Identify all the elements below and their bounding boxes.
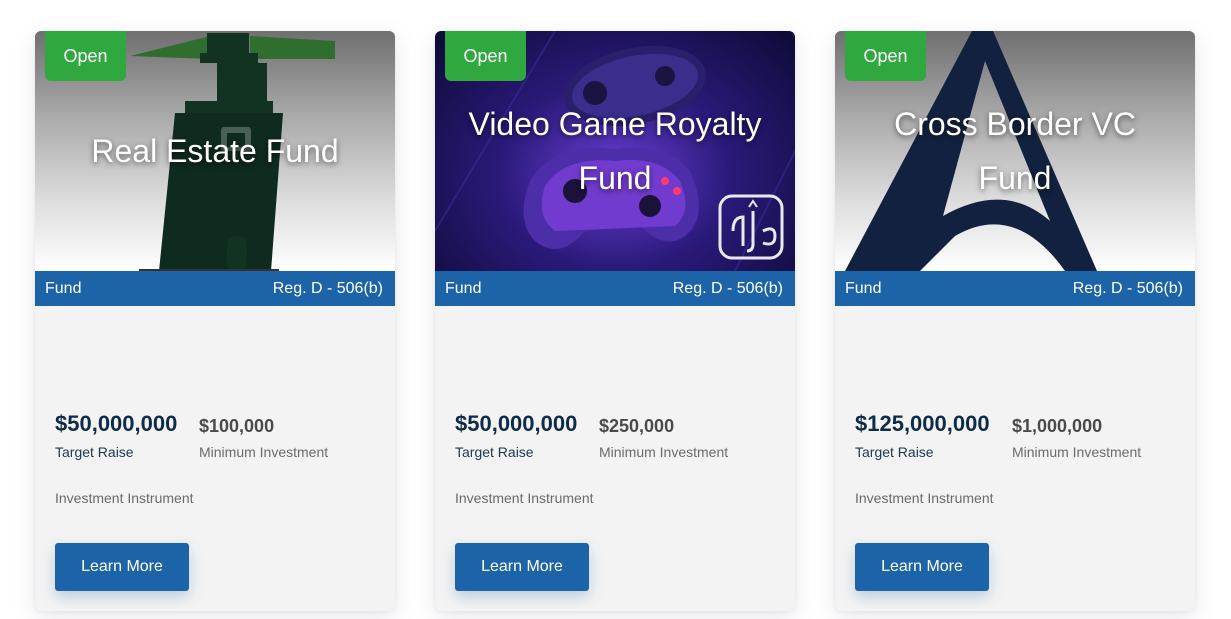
target-raise-stat: $50,000,000 Target Raise xyxy=(55,410,199,460)
investment-instrument-label: Investment Instrument xyxy=(855,490,994,506)
learn-more-button[interactable]: Learn More xyxy=(855,543,989,591)
card-stats: $125,000,000 Target Raise $1,000,000 Min… xyxy=(855,410,1141,460)
page: Open Real Estate Fund Fund Reg. D - 506(… xyxy=(0,0,1231,619)
card-hero[interactable]: Open Real Estate Fund xyxy=(35,31,395,271)
investment-instrument-label: Investment Instrument xyxy=(55,490,194,506)
status-badge-open: Open xyxy=(445,31,526,81)
learn-more-button[interactable]: Learn More xyxy=(55,543,189,591)
fund-type-label: Fund xyxy=(845,279,882,297)
target-raise-value: $50,000,000 xyxy=(455,411,578,436)
regulation-label: Reg. D - 506(b) xyxy=(672,279,783,297)
target-raise-label: Target Raise xyxy=(455,444,534,460)
min-investment-stat: $250,000 Minimum Investment xyxy=(599,410,728,460)
fund-card-real-estate[interactable]: Open Real Estate Fund Fund Reg. D - 506(… xyxy=(35,31,395,611)
fund-type-label: Fund xyxy=(45,279,82,297)
fund-card-cross-border[interactable]: Open Cross Border VC Fund Fund Reg. D - … xyxy=(835,31,1195,611)
card-hero[interactable]: Open Video Game Royalty Fund xyxy=(435,31,795,271)
min-investment-value: $250,000 xyxy=(599,416,675,436)
card-stats: $50,000,000 Target Raise $250,000 Minimu… xyxy=(455,410,728,460)
card-hero[interactable]: Open Cross Border VC Fund xyxy=(835,31,1195,271)
min-investment-value: $1,000,000 xyxy=(1012,416,1103,436)
target-raise-value: $125,000,000 xyxy=(855,411,990,436)
target-raise-stat: $50,000,000 Target Raise xyxy=(455,410,599,460)
card-info-strip: Fund Reg. D - 506(b) xyxy=(435,271,795,306)
regulation-label: Reg. D - 506(b) xyxy=(272,279,383,297)
min-investment-label: Minimum Investment xyxy=(599,444,729,460)
min-investment-value: $100,000 xyxy=(199,416,275,436)
investment-instrument-label: Investment Instrument xyxy=(455,490,594,506)
status-badge-open: Open xyxy=(845,31,926,81)
regulation-label: Reg. D - 506(b) xyxy=(1072,279,1183,297)
fund-card-list: Open Real Estate Fund Fund Reg. D - 506(… xyxy=(35,31,1195,611)
min-investment-stat: $100,000 Minimum Investment xyxy=(199,410,328,460)
min-investment-label: Minimum Investment xyxy=(199,444,329,460)
card-stats: $50,000,000 Target Raise $100,000 Minimu… xyxy=(55,410,328,460)
target-raise-value: $50,000,000 xyxy=(55,411,178,436)
min-investment-stat: $1,000,000 Minimum Investment xyxy=(1012,410,1141,460)
target-raise-stat: $125,000,000 Target Raise xyxy=(855,410,1012,460)
status-badge-open: Open xyxy=(45,31,126,81)
fund-card-video-game[interactable]: Open Video Game Royalty Fund Fund Reg. D… xyxy=(435,31,795,611)
target-raise-label: Target Raise xyxy=(55,444,134,460)
card-info-strip: Fund Reg. D - 506(b) xyxy=(35,271,395,306)
card-info-strip: Fund Reg. D - 506(b) xyxy=(835,271,1195,306)
learn-more-button[interactable]: Learn More xyxy=(455,543,589,591)
fund-type-label: Fund xyxy=(445,279,482,297)
min-investment-label: Minimum Investment xyxy=(1012,444,1142,460)
target-raise-label: Target Raise xyxy=(855,444,934,460)
